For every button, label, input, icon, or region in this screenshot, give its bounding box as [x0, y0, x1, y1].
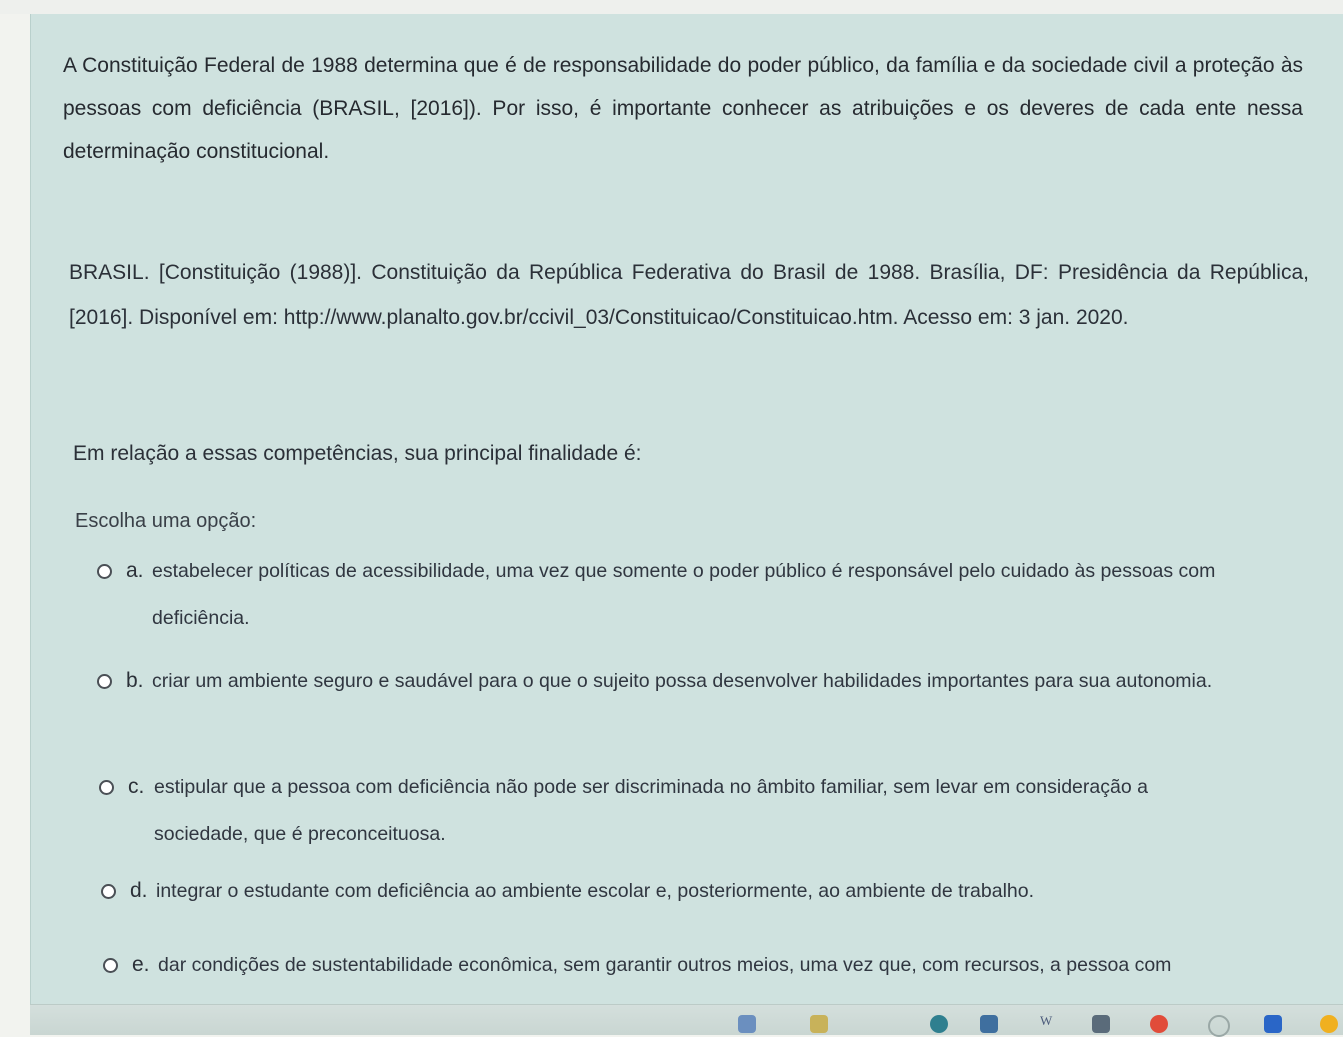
app-blue-icon-2[interactable] [1264, 1015, 1282, 1033]
radio-button-a[interactable] [97, 564, 112, 579]
folder-icon[interactable] [738, 1015, 756, 1033]
radio-button-e[interactable] [103, 958, 118, 973]
word-icon[interactable]: W [1040, 1013, 1052, 1029]
option-text-d: integrar o estudante com deficiência ao … [156, 880, 1035, 902]
option-text-c: estipular que a pessoa com deficiência n… [154, 776, 1148, 845]
option-c[interactable]: c. estipular que a pessoa com deficiênci… [99, 775, 1239, 846]
app-square-icon[interactable] [980, 1015, 998, 1033]
citation-reference: BRASIL. [Constituição (1988)]. Constitui… [69, 261, 1309, 329]
radio-button-c[interactable] [99, 780, 114, 795]
app-blue-icon[interactable] [930, 1015, 948, 1033]
option-letter-b: b. [126, 669, 144, 692]
option-text-b: criar um ambiente seguro e saudável para… [152, 670, 1213, 692]
audio-icon[interactable] [1092, 1015, 1110, 1033]
option-letter-a: a. [126, 559, 144, 582]
question-text: Em relação a essas competências, sua pri… [73, 442, 642, 465]
question-card: A Constituição Federal de 1988 determina… [30, 14, 1343, 1034]
option-letter-d: d. [130, 879, 148, 902]
option-b[interactable]: b. criar um ambiente seguro e saudável p… [97, 669, 1237, 740]
chrome-icon[interactable] [1150, 1015, 1168, 1033]
taskbar: W [30, 1004, 1343, 1037]
radio-button-d[interactable] [101, 884, 116, 899]
choose-option-label: Escolha uma opção: [75, 510, 257, 532]
app-yellow-icon[interactable] [1320, 1015, 1338, 1033]
option-d[interactable]: d. integrar o estudante com deficiência … [101, 879, 1241, 920]
radio-button-b[interactable] [97, 674, 112, 689]
option-a[interactable]: a. estabelecer políticas de acessibilida… [97, 559, 1237, 630]
option-letter-e: e. [132, 953, 150, 976]
option-text-a: estabelecer políticas de acessibilidade,… [152, 560, 1216, 629]
option-letter-c: c. [128, 775, 145, 798]
window-top-strip [0, 0, 1343, 14]
question-prompt: A Constituição Federal de 1988 determina… [63, 54, 1303, 163]
app-icon[interactable] [810, 1015, 828, 1033]
